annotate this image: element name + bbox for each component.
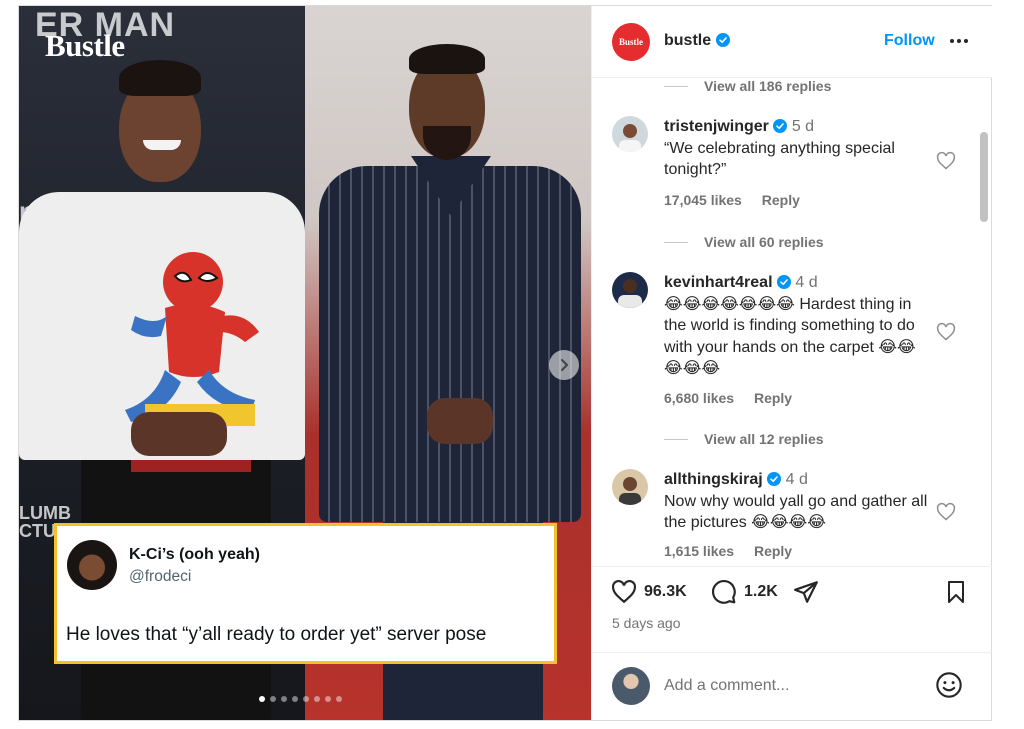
emoji-button[interactable] <box>934 671 964 701</box>
person-hair <box>119 60 201 96</box>
comment-meta: 1,615 likes Reply <box>664 543 792 559</box>
smile <box>143 140 181 150</box>
comment-input[interactable] <box>664 675 924 697</box>
post-side-panel: Bustle bustle Follow View all 186 replie… <box>591 6 992 720</box>
more-options-button[interactable] <box>948 32 970 50</box>
comment-text: “We celebrating anything special tonight… <box>664 139 895 179</box>
verified-badge-icon <box>776 275 791 289</box>
heart-outline-icon <box>936 502 956 521</box>
comment-text: 😂😂😂😂😂😂😂 Hardest thing in the world is fi… <box>664 295 916 378</box>
current-user-avatar <box>612 667 650 705</box>
view-replies-link[interactable]: View all 186 replies <box>664 78 831 94</box>
next-slide-button[interactable] <box>549 350 579 380</box>
tweet-display-name: K-Ci’s (ooh yeah) <box>129 546 260 563</box>
comment-like-button[interactable] <box>936 502 956 522</box>
comment-avatar[interactable] <box>612 469 648 505</box>
view-replies-link[interactable]: View all 60 replies <box>664 234 824 250</box>
tweet-avatar <box>67 540 117 590</box>
carousel-dot[interactable] <box>270 696 276 702</box>
comment-avatar[interactable] <box>612 272 648 308</box>
comment-meta: 6,680 likes Reply <box>664 390 792 406</box>
share-button[interactable] <box>792 579 820 605</box>
likes-count: 96.3K <box>644 583 687 600</box>
comment-time: 4 d <box>785 471 808 488</box>
header-username-row: bustle <box>664 32 730 50</box>
carousel-dot[interactable] <box>314 696 320 702</box>
tweet-handle: @frodeci <box>129 568 192 585</box>
comments-list: View all 186 replies tristenjwinger 5 d … <box>592 78 992 566</box>
verified-badge-icon <box>767 472 782 486</box>
carousel-dot[interactable] <box>336 696 342 702</box>
tweet-card: K-Ci’s (ooh yeah) @frodeci He loves that… <box>54 523 557 664</box>
follow-button[interactable]: Follow <box>884 32 935 50</box>
more-icon <box>950 39 968 43</box>
like-button[interactable]: 96.3K <box>610 579 687 605</box>
person-hair <box>409 44 485 74</box>
header-username[interactable]: bustle <box>664 32 711 49</box>
instagram-post: ER MAN nchron LUMB CTU <box>18 5 992 721</box>
comment-body: kevinhart4real 4 d 😂😂😂😂😂😂😂 Hardest thing… <box>664 272 932 380</box>
comment-bubble-icon <box>712 580 736 604</box>
heart-outline-icon <box>936 322 956 341</box>
send-icon <box>794 581 818 603</box>
comment-button[interactable]: 1.2K <box>710 579 778 605</box>
clasped-hands <box>427 398 493 444</box>
carousel-dots <box>259 696 342 702</box>
comment-body: allthingskiraj 4 d Now why would yall go… <box>664 469 932 534</box>
comments-count: 1.2K <box>744 583 778 600</box>
comment-likes[interactable]: 6,680 likes <box>664 390 734 406</box>
comment-reply-button[interactable]: Reply <box>762 192 800 208</box>
comment-time: 5 d <box>791 118 815 135</box>
bookmark-icon <box>948 581 964 603</box>
comment-username[interactable]: allthingskiraj <box>664 471 763 488</box>
comment-body: tristenjwinger 5 d “We celebrating anyth… <box>664 116 932 181</box>
chevron-right-icon <box>561 359 568 371</box>
clasped-hands <box>131 412 227 456</box>
comment-username[interactable]: kevinhart4real <box>664 274 773 291</box>
save-button[interactable] <box>944 579 968 605</box>
comment-username[interactable]: tristenjwinger <box>664 118 769 135</box>
post-date: 5 days ago <box>612 615 681 631</box>
post-media: ER MAN nchron LUMB CTU <box>19 6 591 720</box>
view-replies-link[interactable]: View all 12 replies <box>664 431 824 447</box>
comment-likes[interactable]: 17,045 likes <box>664 192 742 208</box>
heart-outline-icon <box>936 151 956 170</box>
carousel-dot[interactable] <box>292 696 298 702</box>
carousel-dot[interactable] <box>281 696 287 702</box>
add-comment-bar <box>592 652 992 720</box>
pinstripe-suit <box>319 166 581 522</box>
verified-badge-icon <box>773 119 788 133</box>
comment-like-button[interactable] <box>936 151 956 171</box>
comment-likes[interactable]: 1,615 likes <box>664 543 734 559</box>
carousel-dot[interactable] <box>259 696 265 702</box>
comment-reply-button[interactable]: Reply <box>754 543 792 559</box>
verified-badge-icon <box>715 33 730 47</box>
heart-icon <box>612 579 636 604</box>
comment-text: Now why would yall go and gather all the… <box>664 492 928 532</box>
beard <box>423 126 471 160</box>
comment-reply-button[interactable]: Reply <box>754 390 792 406</box>
carousel-dot[interactable] <box>325 696 331 702</box>
comment-like-button[interactable] <box>936 322 956 342</box>
comment-avatar[interactable] <box>612 116 648 152</box>
post-actions: 96.3K 1.2K <box>592 566 992 620</box>
spiderman-graphic <box>125 252 259 426</box>
bustle-avatar[interactable]: Bustle <box>612 23 650 61</box>
tweet-text: He loves that “y’all ready to order yet”… <box>66 624 487 645</box>
post-header: Bustle bustle Follow <box>592 6 992 78</box>
comment-time: 4 d <box>795 274 818 291</box>
comment-meta: 17,045 likes Reply <box>664 192 800 208</box>
bustle-watermark: Bustle <box>45 28 125 63</box>
comments-scrollbar[interactable] <box>980 132 988 222</box>
emoji-icon <box>936 672 962 698</box>
carousel-dot[interactable] <box>303 696 309 702</box>
